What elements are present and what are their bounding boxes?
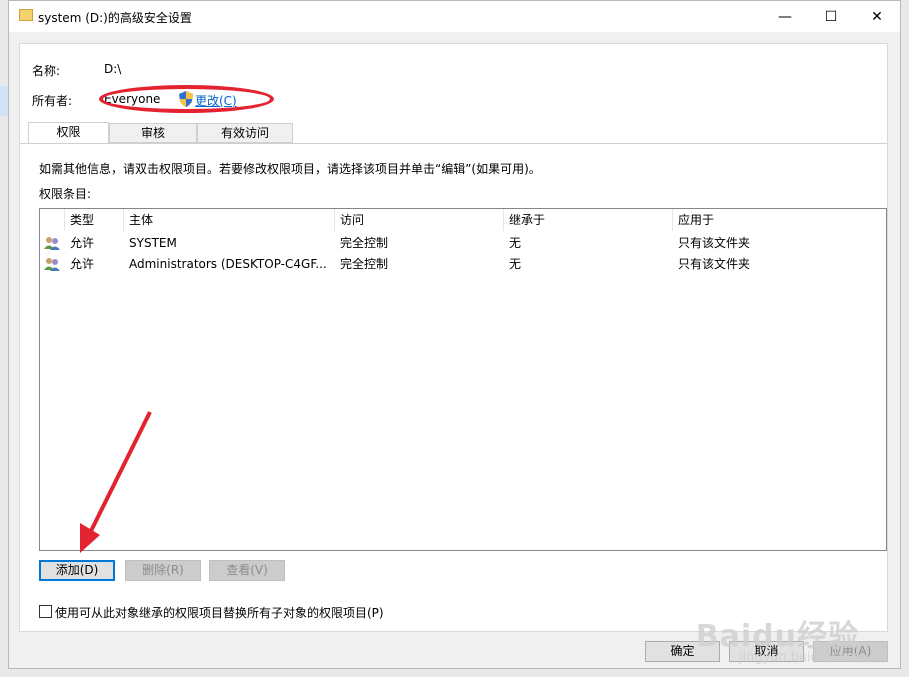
annotation-arrow-icon: [80, 411, 152, 553]
watermark-brand: Baidu经验: [695, 619, 859, 654]
watermark-site: jingyan.baidu.com: [739, 650, 859, 665]
